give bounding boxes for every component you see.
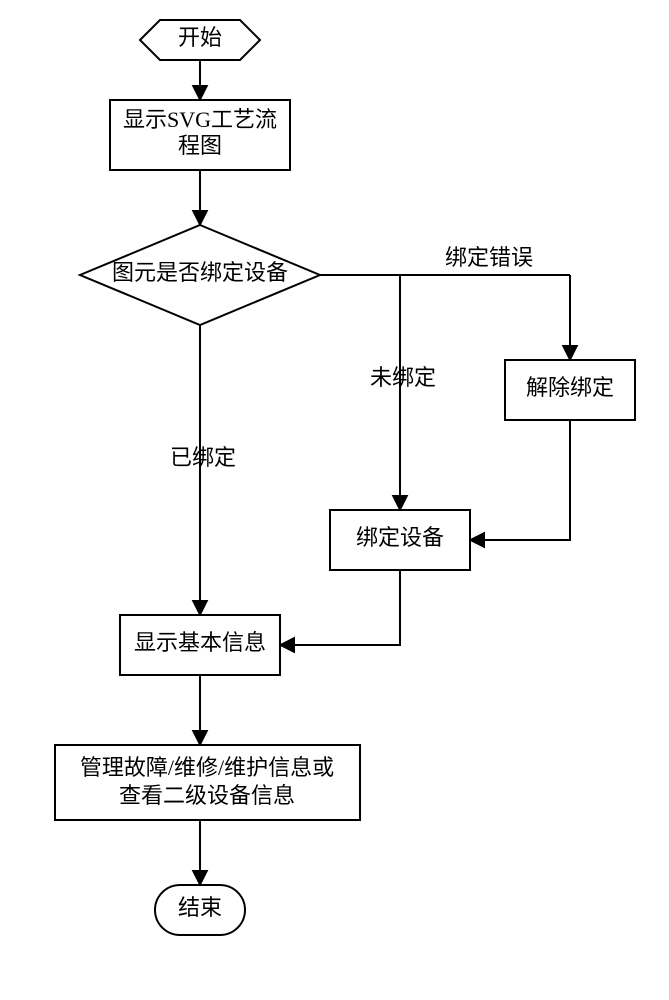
label-bound: 已绑定: [170, 445, 236, 470]
edge-bindDev-showInfo: [280, 570, 400, 645]
label-end: 结束: [178, 895, 222, 920]
label-unbound: 未绑定: [370, 365, 436, 390]
label-bindDev: 绑定设备: [356, 525, 444, 550]
label-manage-2: 查看二级设备信息: [119, 783, 295, 808]
label-manage-1: 管理故障/维修/维护信息或: [80, 755, 334, 780]
label-error: 绑定错误: [445, 245, 533, 270]
flowchart: 开始 显示SVG工艺流 程图 图元是否绑定设备 未绑定 绑定错误 解除绑定 已绑…: [0, 0, 669, 1000]
label-unbind: 解除绑定: [526, 375, 614, 400]
label-showInfo: 显示基本信息: [134, 630, 266, 655]
label-showSvg-2: 程图: [178, 133, 222, 158]
label-decision: 图元是否绑定设备: [112, 260, 288, 285]
label-showSvg-1: 显示SVG工艺流: [123, 107, 277, 132]
edge-unbind-bindDev: [470, 420, 570, 540]
label-start: 开始: [178, 25, 222, 50]
